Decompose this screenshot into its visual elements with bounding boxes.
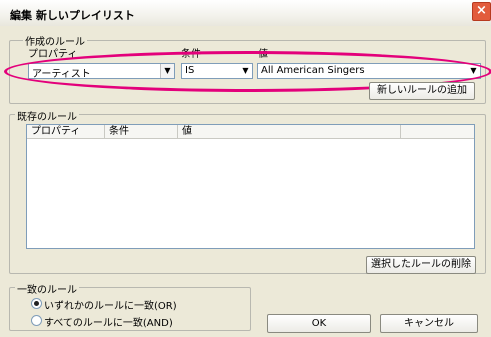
ok-button[interactable]: OK <box>267 314 371 333</box>
close-button[interactable]: × <box>472 2 491 21</box>
edit-playlist-dialog: 編集 新しいプレイリスト × 作成のルール プロパティ 条件 値 アーティスト … <box>0 0 491 337</box>
close-icon: × <box>476 3 487 18</box>
cancel-button[interactable]: キャンセル <box>380 314 478 333</box>
existing-rules-list[interactable]: プロパティ 条件 値 <box>26 124 475 249</box>
match-any-radio[interactable] <box>31 298 42 309</box>
add-rule-button[interactable]: 新しいルールの追加 <box>369 82 475 100</box>
delete-rule-button[interactable]: 選択したルールの削除 <box>366 256 476 274</box>
column-header-value[interactable]: 値 <box>178 125 401 138</box>
window-title: 編集 新しいプレイリスト <box>10 9 135 22</box>
title-bar: 編集 新しいプレイリスト × <box>0 0 491 26</box>
match-all-label[interactable]: すべてのルールに一致(AND) <box>44 314 173 329</box>
column-header-property[interactable]: プロパティ <box>27 125 105 138</box>
match-any-label[interactable]: いずれかのルールに一致(OR) <box>44 297 177 312</box>
match-rules-legend: 一致のルール <box>15 281 79 296</box>
match-all-radio[interactable] <box>31 315 42 326</box>
column-header-condition[interactable]: 条件 <box>105 125 178 138</box>
existing-rules-legend: 既存のルール <box>15 108 79 123</box>
rules-list-header: プロパティ 条件 値 <box>27 125 474 139</box>
